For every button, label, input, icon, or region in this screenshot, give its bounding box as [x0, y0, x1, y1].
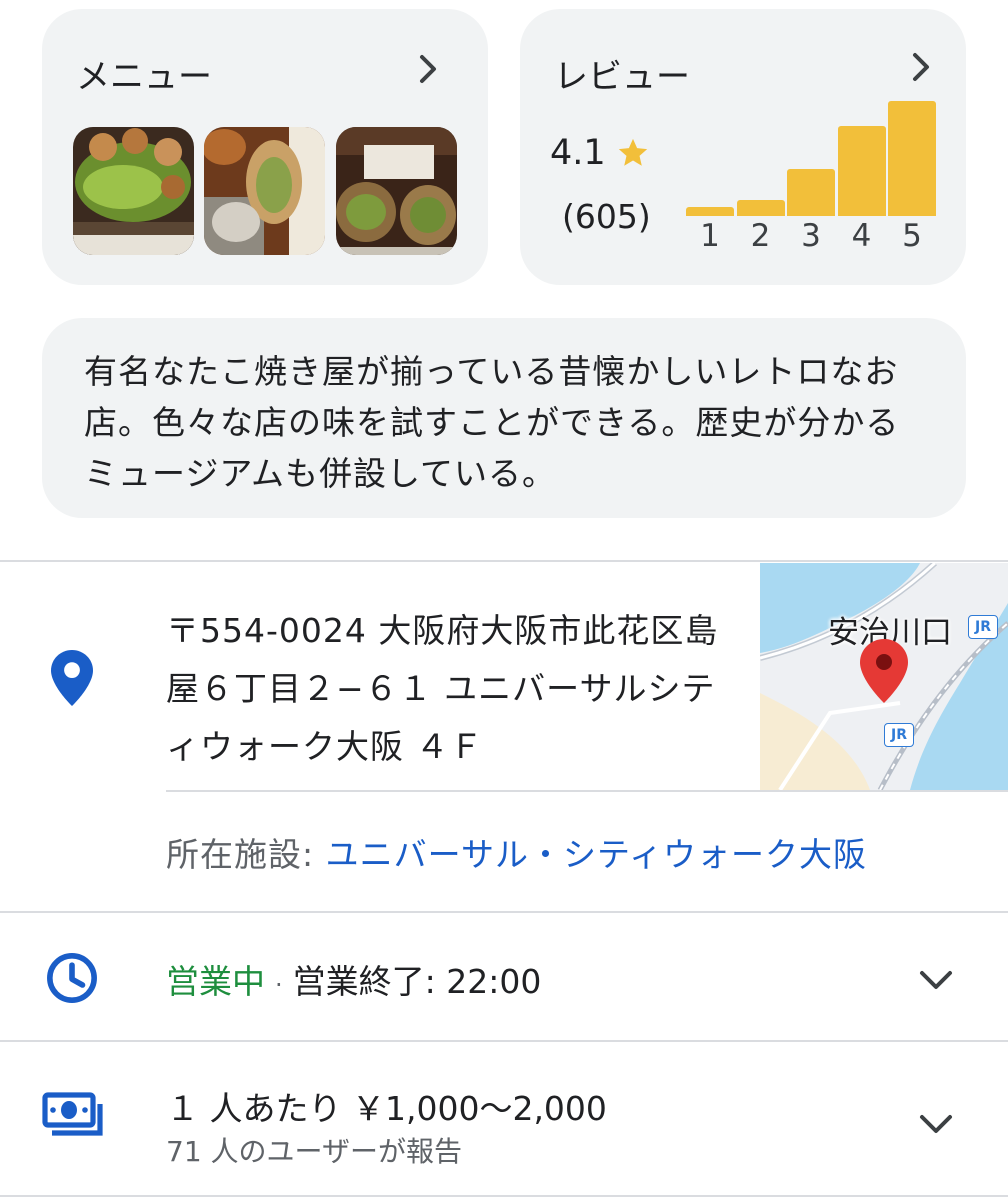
rating-bar-label: 4	[851, 218, 872, 254]
menu-photo-1[interactable]	[73, 127, 194, 255]
jr-badge-icon: JR	[884, 723, 914, 747]
location-pin-icon	[51, 650, 93, 706]
chevron-down-icon[interactable]	[916, 1104, 956, 1144]
menu-photo-2[interactable]	[204, 127, 325, 255]
money-icon	[42, 1092, 103, 1136]
address-text[interactable]: 〒554-0024 大阪府大阪市此花区島屋６丁目２−６１ ユニバーサルシティウォ…	[166, 602, 726, 776]
rating-bar-label: 1	[700, 218, 720, 254]
open-status: 営業中	[166, 962, 265, 1001]
review-card[interactable]: レビュー 4.1 (605) 12345	[520, 9, 966, 285]
separator-dot: ·	[275, 971, 283, 999]
place-description: 有名なたこ焼き屋が揃っている昔懐かしいレトロなお店。色々な店の味を試すことができ…	[84, 352, 900, 493]
rating-bar-4	[837, 126, 886, 216]
divider	[0, 560, 1008, 562]
rating-bar-label: 3	[801, 218, 821, 254]
menu-card-title: メニュー	[76, 57, 212, 97]
star-icon	[618, 138, 648, 166]
chevron-down-icon[interactable]	[916, 960, 956, 1000]
rating-value: 4.1	[550, 133, 606, 173]
rating-bar-5	[888, 101, 936, 216]
menu-photo-3[interactable]	[336, 127, 457, 255]
clock-icon	[47, 953, 97, 1003]
review-card-title: レビュー	[554, 57, 690, 97]
price-reports: 71 人のユーザーが報告	[166, 1135, 462, 1168]
map-marker-icon	[860, 639, 908, 703]
divider	[0, 1195, 1008, 1197]
facility-row: 所在施設: ユニバーサル・シティウォーク大阪	[166, 828, 867, 876]
jr-badge-icon: JR	[968, 615, 998, 639]
chevron-right-icon[interactable]	[410, 51, 446, 87]
rating-bar-label: 5	[902, 218, 922, 254]
map-thumbnail[interactable]: 安治川口 JR JR	[760, 563, 1008, 790]
rating-bar-3	[787, 169, 835, 216]
price-range[interactable]: １ 人あたり ￥1,000〜2,000	[166, 1082, 607, 1130]
rating-bar-1	[686, 207, 734, 216]
facility-label: 所在施設:	[166, 835, 315, 874]
chevron-right-icon[interactable]	[903, 49, 939, 85]
divider	[0, 911, 1008, 913]
rating-bar-2	[736, 200, 785, 216]
hours-row[interactable]: 営業中 · 営業終了: 22:00	[166, 955, 541, 1003]
divider	[166, 790, 1008, 792]
closing-time: 営業終了: 22:00	[292, 962, 542, 1001]
menu-card[interactable]: メニュー	[42, 9, 488, 285]
review-count: (605)	[562, 197, 651, 236]
rating-bar-label: 2	[750, 218, 771, 254]
rating-histogram: 12345	[686, 99, 936, 267]
facility-link[interactable]: ユニバーサル・シティウォーク大阪	[326, 835, 867, 874]
divider	[0, 1040, 1008, 1042]
